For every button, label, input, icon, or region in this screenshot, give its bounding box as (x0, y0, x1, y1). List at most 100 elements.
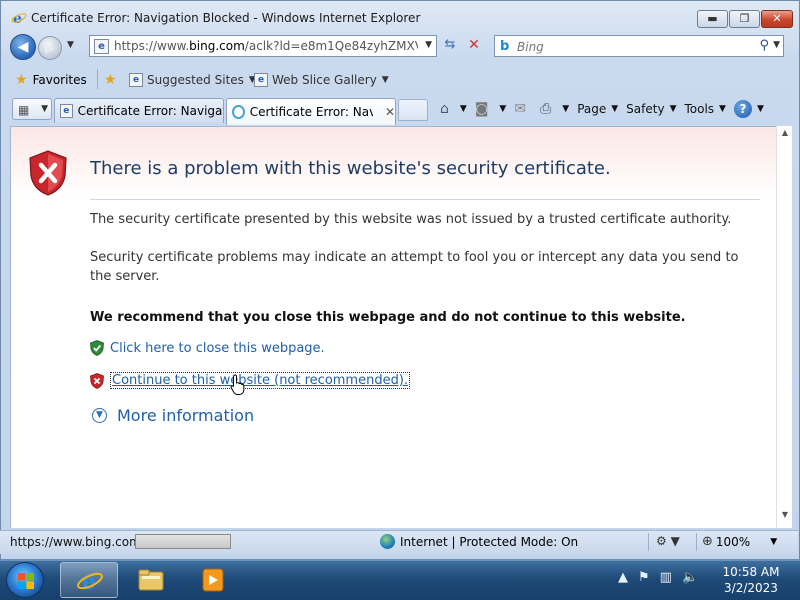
address-dropdown-icon[interactable]: ▼ (425, 40, 432, 50)
zone-label: Internet | Protected Mode: On (400, 534, 579, 549)
tab-loading-icon (232, 105, 245, 119)
continue-to-website-link[interactable]: Continue to this website (not recommende… (110, 372, 411, 389)
separator (648, 533, 649, 551)
search-box[interactable]: b Bing ⚲ ▼ (494, 35, 784, 57)
favorites-label: Favorites (32, 73, 87, 87)
more-information-label: More information (117, 406, 255, 425)
content-area (10, 126, 776, 528)
minimize-icon: ▬ (707, 12, 718, 25)
refresh-button[interactable]: ⇆ (440, 37, 460, 55)
action-center-flag-icon[interactable]: ⚑ (638, 570, 650, 585)
help-button[interactable]: ? ▼ (733, 100, 764, 118)
volume-muted-icon[interactable]: 🔈 (682, 570, 698, 585)
chevron-down-icon: ▼ (381, 75, 389, 85)
hand-cursor-icon (230, 374, 245, 395)
page-menu[interactable]: Page ▼ (577, 102, 618, 116)
home-button[interactable]: ⌂ ▼ (440, 101, 467, 117)
clock-date: 3/2/2023 (724, 581, 778, 595)
zoom-icon: ⊕ (702, 534, 713, 549)
back-arrow-icon: ◀ (17, 39, 29, 55)
security-zone[interactable]: Internet | Protected Mode: On (380, 534, 578, 549)
back-button[interactable]: ◀ (10, 34, 36, 60)
add-favorite-star-icon: ★ (104, 72, 117, 88)
tab-label: Certificate Error: Navigati... (77, 104, 223, 118)
title-bar[interactable]: e Certificate Error: Navigation Blocked … (1, 1, 799, 33)
chevron-down-icon: ▼ (562, 104, 570, 114)
tab-page-icon: e (60, 104, 73, 118)
add-to-favorites-bar-button[interactable]: ★ (104, 70, 123, 90)
tools-menu-label: Tools (684, 102, 715, 116)
network-icon[interactable]: ▥ (660, 570, 672, 585)
print-button[interactable]: ⎙ ▼ (540, 101, 569, 117)
start-button[interactable] (6, 562, 44, 598)
separator (97, 69, 98, 89)
taskbar-windows-explorer[interactable] (122, 562, 180, 598)
address-bar[interactable]: e https://www.bing.com/aclk?ld=e8m1Qe84z… (89, 35, 437, 57)
new-tab-button[interactable] (398, 99, 428, 121)
tab-certificate-error-1[interactable]: e Certificate Error: Navigati... (54, 98, 224, 123)
maximize-button[interactable]: ❐ (729, 10, 760, 28)
system-clock[interactable]: 10:58 AM 3/2/2023 (716, 564, 786, 596)
quick-tabs-button[interactable]: ▦ ▼ (12, 98, 52, 120)
zoom-label: 100% (715, 534, 751, 549)
close-tab-icon[interactable]: ✕ (385, 105, 395, 119)
search-icon[interactable]: ⚲ (759, 38, 769, 53)
read-mail-button[interactable]: ✉ (514, 101, 532, 117)
web-slice-icon: e (254, 73, 268, 87)
scroll-down-icon[interactable]: ▼ (777, 510, 793, 526)
explanation-paragraph: The security certificate presented by th… (90, 212, 732, 227)
quick-tabs-grid-icon: ▦ (18, 103, 30, 117)
ie-logo-icon: e (11, 11, 27, 26)
star-icon: ★ (15, 72, 28, 88)
mail-icon: ✉ (514, 101, 527, 117)
globe-icon (380, 534, 395, 549)
status-url: https://www.bing.com (10, 535, 141, 549)
web-slice-gallery-button[interactable]: e Web Slice Gallery ▼ (254, 70, 389, 90)
address-url[interactable]: https://www.bing.com/aclk?ld=e8m1Qe84zyh… (114, 39, 418, 53)
svg-text:e: e (13, 11, 22, 26)
web-slice-gallery-label: Web Slice Gallery (272, 73, 377, 87)
feeds-button[interactable]: ◙ ▼ (475, 101, 507, 117)
url-prefix: https://www. (114, 39, 190, 53)
refresh-icon: ⇆ (444, 37, 456, 52)
scroll-up-icon[interactable]: ▲ (777, 128, 793, 144)
home-icon: ⌂ (440, 101, 449, 117)
media-player-icon (202, 568, 224, 592)
tab-label: Certificate Error: Navi... (249, 105, 373, 119)
show-hidden-icons-icon[interactable]: ▲ (618, 570, 628, 585)
tab-list-dropdown-icon[interactable]: ▼ (41, 104, 48, 114)
close-webpage-row: Click here to close this webpage. (90, 340, 325, 356)
close-window-button[interactable]: ✕ (761, 10, 793, 28)
ie-logo-icon: e (77, 569, 103, 594)
suggested-sites-button[interactable]: e Suggested Sites ▼ (129, 70, 256, 90)
system-tray: ▲ ⚑ ▥ 🔈 (618, 570, 708, 585)
chevron-down-icon: ▼ (719, 104, 726, 114)
help-icon: ? (733, 100, 752, 118)
search-options-dropdown-icon[interactable]: ▼ (773, 40, 780, 50)
separator (696, 533, 697, 551)
recent-pages-dropdown[interactable]: ▼ (67, 40, 74, 50)
more-information-toggle[interactable]: ▼ More information (92, 406, 254, 425)
safety-menu[interactable]: Safety ▼ (626, 102, 676, 116)
red-shield-icon (29, 150, 67, 196)
windows-logo-icon (18, 573, 34, 589)
taskbar-internet-explorer[interactable]: e (60, 562, 118, 598)
stop-button[interactable]: ✕ (464, 37, 484, 55)
red-shield-small-icon (90, 372, 104, 389)
window-title: Certificate Error: Navigation Blocked - … (31, 11, 421, 25)
tools-menu[interactable]: Tools ▼ (684, 102, 725, 116)
tab-certificate-error-2[interactable]: Certificate Error: Navi... ✕ (226, 98, 396, 125)
divider (90, 199, 760, 200)
minimize-button[interactable]: ▬ (697, 10, 728, 28)
status-tools-button[interactable]: ⚙ ▼ (656, 534, 680, 548)
zoom-level-button[interactable]: ⊕ 100% ▼ (702, 534, 777, 549)
page-heading: There is a problem with this website's s… (90, 158, 611, 179)
chevron-down-icon: ▼ (756, 104, 764, 114)
folder-icon (138, 569, 164, 591)
close-webpage-link[interactable]: Click here to close this webpage. (110, 341, 325, 356)
favorites-button[interactable]: ★ Favorites (15, 70, 87, 90)
taskbar-media-player[interactable] (184, 562, 242, 598)
forward-button[interactable]: ▶ (38, 36, 62, 60)
vertical-scrollbar[interactable]: ▲ ▼ (776, 126, 792, 528)
chevron-down-icon: ▼ (770, 536, 778, 547)
